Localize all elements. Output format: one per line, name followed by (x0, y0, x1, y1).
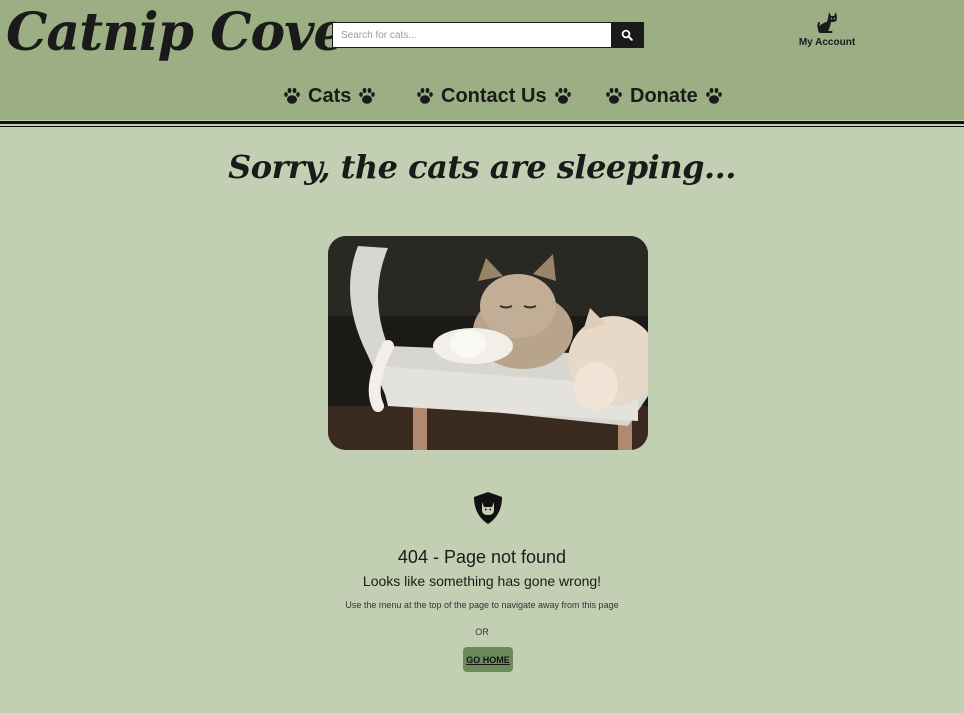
site-logo[interactable]: Catnip Cove (6, 2, 346, 63)
nav-item-cats[interactable]: Cats (282, 82, 377, 110)
header-divider-thin (0, 126, 964, 127)
nav-item-label: Cats (308, 84, 352, 107)
site-header: Catnip Cove My Account Cats Contact Us (0, 0, 964, 120)
nav-item-contact-us[interactable]: Contact Us (415, 82, 573, 110)
paw-icon (359, 87, 376, 104)
cat-shield-icon (474, 492, 502, 524)
error-hint: Use the menu at the top of the page to n… (345, 600, 619, 610)
search-button[interactable] (611, 23, 643, 47)
sleeping-cats-image (328, 236, 648, 450)
go-home-button[interactable]: GO HOME (463, 647, 513, 672)
header-divider (0, 121, 964, 124)
search-icon (621, 29, 633, 41)
my-account-link[interactable]: My Account (792, 10, 862, 48)
paw-icon (705, 87, 722, 104)
search-form (332, 22, 644, 48)
error-title: 404 - Page not found (397, 547, 567, 567)
paw-icon (417, 87, 433, 104)
paw-icon (284, 87, 300, 104)
paw-icon (606, 87, 622, 104)
my-account-label: My Account (798, 37, 856, 48)
sleeping-cats-illustration (328, 236, 648, 450)
or-separator: OR (475, 627, 489, 637)
paw-icon (554, 87, 571, 104)
nav-item-label: Contact Us (441, 84, 547, 107)
nav-item-donate[interactable]: Donate (604, 82, 724, 110)
search-input[interactable] (333, 23, 611, 47)
cat-icon (817, 12, 837, 33)
error-subtitle: Looks like something has gone wrong! (362, 573, 602, 589)
page-headline: Sorry, the cats are sleeping... (228, 148, 736, 186)
nav-item-label: Donate (630, 84, 698, 107)
main-nav: Cats Contact Us Donate (0, 82, 964, 110)
